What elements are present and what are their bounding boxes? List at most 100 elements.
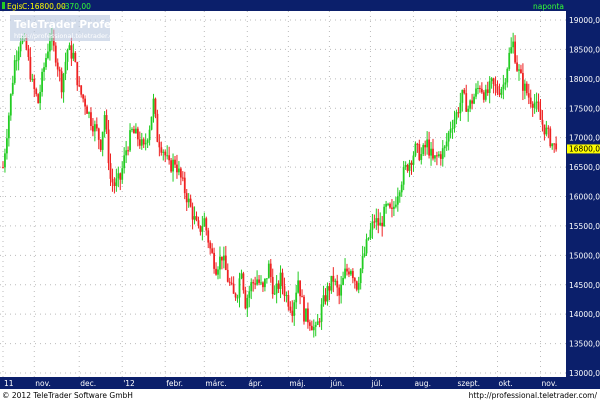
candle-body — [447, 132, 450, 142]
candle-body — [553, 143, 556, 145]
footer-url[interactable]: http://professional.teletrader.com/ — [469, 391, 598, 400]
candle-body — [84, 98, 86, 107]
candle-body — [285, 295, 288, 297]
candle-body — [371, 221, 374, 230]
candle-body — [92, 125, 94, 132]
candle-body — [289, 306, 292, 311]
candle-body — [129, 130, 131, 151]
x-tick-label: okt. — [499, 379, 513, 388]
period-label[interactable]: naponta — [533, 2, 564, 11]
y-tick-label: 14500,00 — [569, 281, 600, 290]
candle-body — [414, 143, 417, 156]
candle-body — [6, 138, 8, 154]
candle-body — [531, 103, 534, 108]
candle-body — [275, 283, 278, 294]
candle-body — [398, 192, 401, 197]
candle-body — [111, 178, 114, 183]
candle-body — [117, 173, 120, 179]
candle-body — [520, 69, 522, 74]
candle-body — [68, 45, 71, 50]
candle-body — [295, 292, 298, 303]
candle-body — [436, 155, 438, 157]
candle-body — [43, 67, 45, 72]
candle-body — [152, 98, 155, 117]
candle-body — [156, 113, 159, 142]
candle-body — [93, 124, 96, 132]
candle-body — [37, 94, 40, 104]
candle-body — [58, 69, 61, 72]
candle-body — [523, 83, 526, 91]
candle-body — [82, 94, 85, 99]
candle-body — [303, 296, 305, 322]
candle-body — [379, 222, 382, 226]
y-tick-label: 13000,00 — [569, 369, 600, 378]
candle-body — [330, 275, 333, 291]
y-tick-label: 15000,00 — [569, 251, 600, 260]
instrument-name: Egis — [7, 2, 23, 11]
candle-body — [369, 229, 372, 238]
candle-body — [541, 119, 544, 125]
candle-body — [230, 282, 233, 284]
candle-body — [283, 286, 286, 296]
candle-body — [33, 78, 36, 90]
candle-body — [424, 144, 427, 148]
candle-body — [477, 87, 479, 89]
candle-body — [514, 41, 516, 63]
candle-body — [396, 196, 399, 205]
candle-body — [64, 61, 67, 74]
candle-body — [363, 253, 366, 257]
candle-body — [434, 155, 436, 159]
candle-body — [486, 89, 489, 93]
candle-body — [408, 162, 411, 171]
x-tick-label: szept. — [457, 379, 480, 388]
candle-body — [432, 148, 434, 159]
last-price-label: 16800,00 — [569, 144, 600, 153]
candle-body — [445, 141, 448, 147]
candle-body — [260, 282, 262, 284]
candle-body — [318, 321, 321, 323]
candle-body — [144, 142, 147, 145]
candle-body — [105, 115, 108, 130]
candle-body — [203, 218, 206, 227]
candle-body — [453, 119, 456, 129]
candle-body — [357, 283, 360, 290]
candle-body — [324, 295, 327, 302]
x-tick-label: márc. — [205, 379, 226, 388]
candle-body — [9, 94, 12, 116]
candle-body — [457, 112, 460, 114]
candle-body — [197, 220, 200, 226]
candle-body — [469, 100, 472, 109]
instrument-marker — [2, 2, 5, 9]
candle-body — [150, 116, 153, 130]
candle-body — [348, 271, 350, 275]
candlestick-chart: TeleTrader Professional http://professio… — [0, 0, 600, 400]
candle-body — [441, 148, 444, 159]
candle-body — [389, 203, 391, 208]
candle-body — [15, 60, 18, 62]
candle-body — [277, 283, 280, 289]
candle-body — [301, 296, 303, 298]
candle-body — [310, 325, 313, 331]
candle-body — [475, 88, 477, 97]
candle-body — [103, 115, 106, 132]
candle-body — [508, 52, 511, 69]
candle-body — [41, 71, 43, 92]
candle-body — [7, 115, 10, 139]
candle-body — [76, 62, 79, 86]
candle-body — [189, 198, 192, 207]
candle-body — [492, 78, 495, 85]
candle-body — [179, 168, 182, 178]
y-tick-label: 16500,00 — [569, 163, 600, 172]
candle-body — [522, 73, 524, 91]
candle-body — [217, 269, 219, 275]
x-tick-label: nov. — [35, 379, 51, 388]
candle-body — [72, 52, 75, 59]
candle-body — [350, 271, 352, 275]
candle-body — [232, 283, 235, 294]
candle-body — [373, 221, 376, 223]
candle-body — [355, 281, 358, 290]
candle-body — [406, 165, 409, 171]
candle-body — [391, 207, 393, 209]
candle-body — [39, 91, 42, 104]
candle-body — [307, 308, 309, 323]
